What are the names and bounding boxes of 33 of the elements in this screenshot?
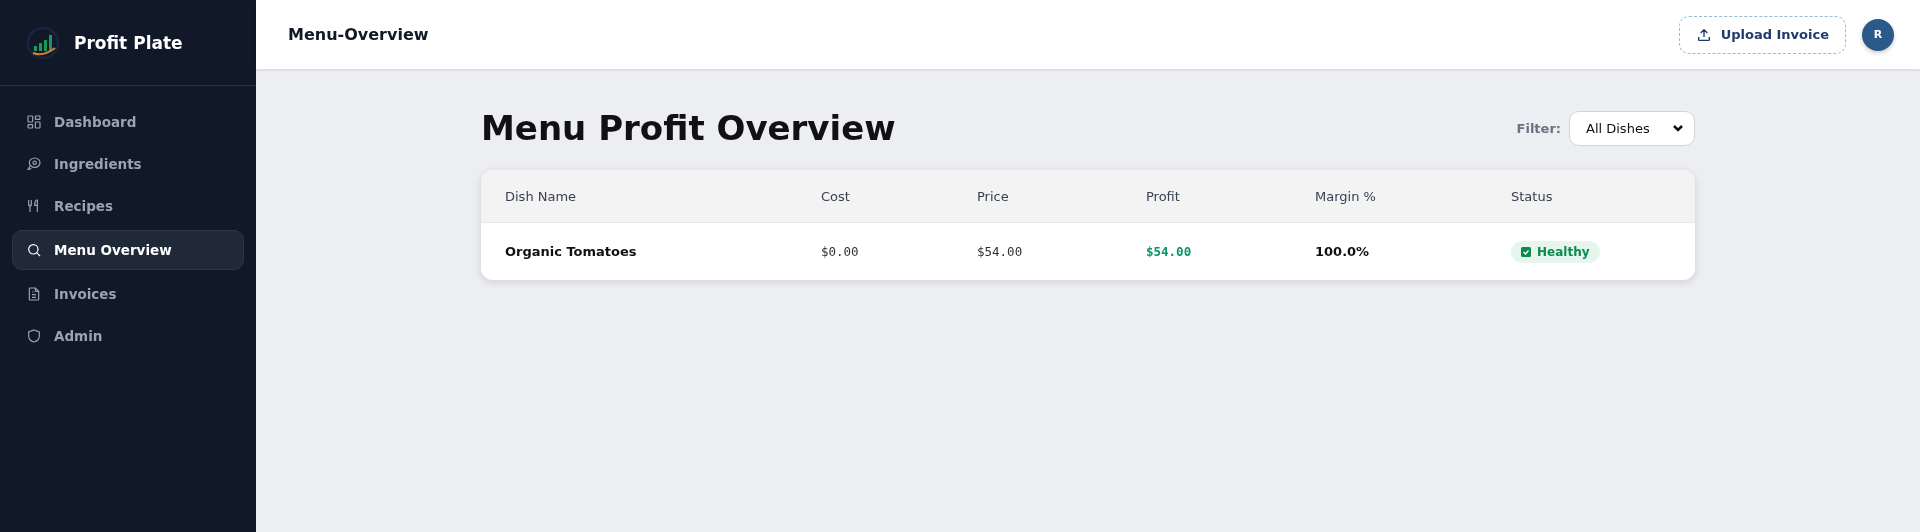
upload-invoice-button[interactable]: Upload Invoice bbox=[1678, 15, 1846, 54]
sidebar-item[interactable]: Admin bbox=[12, 318, 244, 354]
column-header: Price bbox=[977, 188, 1010, 204]
sidebar-item[interactable]: Menu Overview bbox=[12, 230, 244, 270]
logo-icon bbox=[26, 25, 60, 60]
upload-icon bbox=[1695, 26, 1712, 43]
table-cell-text: $0.00 bbox=[821, 244, 860, 259]
column-header: Cost bbox=[821, 188, 851, 204]
table-cell-text: 100.0% bbox=[1315, 244, 1371, 259]
search-icon bbox=[26, 242, 42, 258]
filter-dropdown[interactable]: All Dishes bbox=[1569, 110, 1695, 146]
sidebar-item[interactable]: Dashboard bbox=[12, 104, 244, 140]
table-cell-text: Organic Tomatoes bbox=[505, 244, 638, 259]
page-header-title: Menu-Overview bbox=[288, 25, 429, 44]
brand-name: Profit Plate bbox=[74, 32, 183, 53]
column-header: Dish Name bbox=[505, 188, 578, 204]
shield-icon bbox=[26, 328, 42, 344]
sidebar-item[interactable]: Invoices bbox=[12, 276, 244, 312]
grid-icon bbox=[26, 114, 42, 130]
filter-label: Filter: bbox=[1516, 120, 1561, 136]
column-header: Margin % bbox=[1315, 188, 1377, 204]
table-cell-text: $54.00 bbox=[977, 244, 1024, 259]
status-badge: Healthy bbox=[1511, 240, 1600, 263]
file-icon bbox=[26, 286, 42, 302]
page-title: Menu Profit Overview bbox=[481, 108, 896, 148]
sidebar-item[interactable]: Ingredients bbox=[12, 146, 244, 182]
column-header: Status bbox=[1511, 188, 1554, 204]
chevron-down-icon bbox=[1672, 122, 1684, 134]
sidebar-item[interactable]: Recipes bbox=[12, 188, 244, 224]
check-square-icon bbox=[1521, 246, 1531, 257]
user-avatar[interactable]: R bbox=[1862, 18, 1894, 51]
table-cell-text: $54.00 bbox=[1146, 244, 1193, 259]
column-header: Profit bbox=[1146, 188, 1181, 204]
